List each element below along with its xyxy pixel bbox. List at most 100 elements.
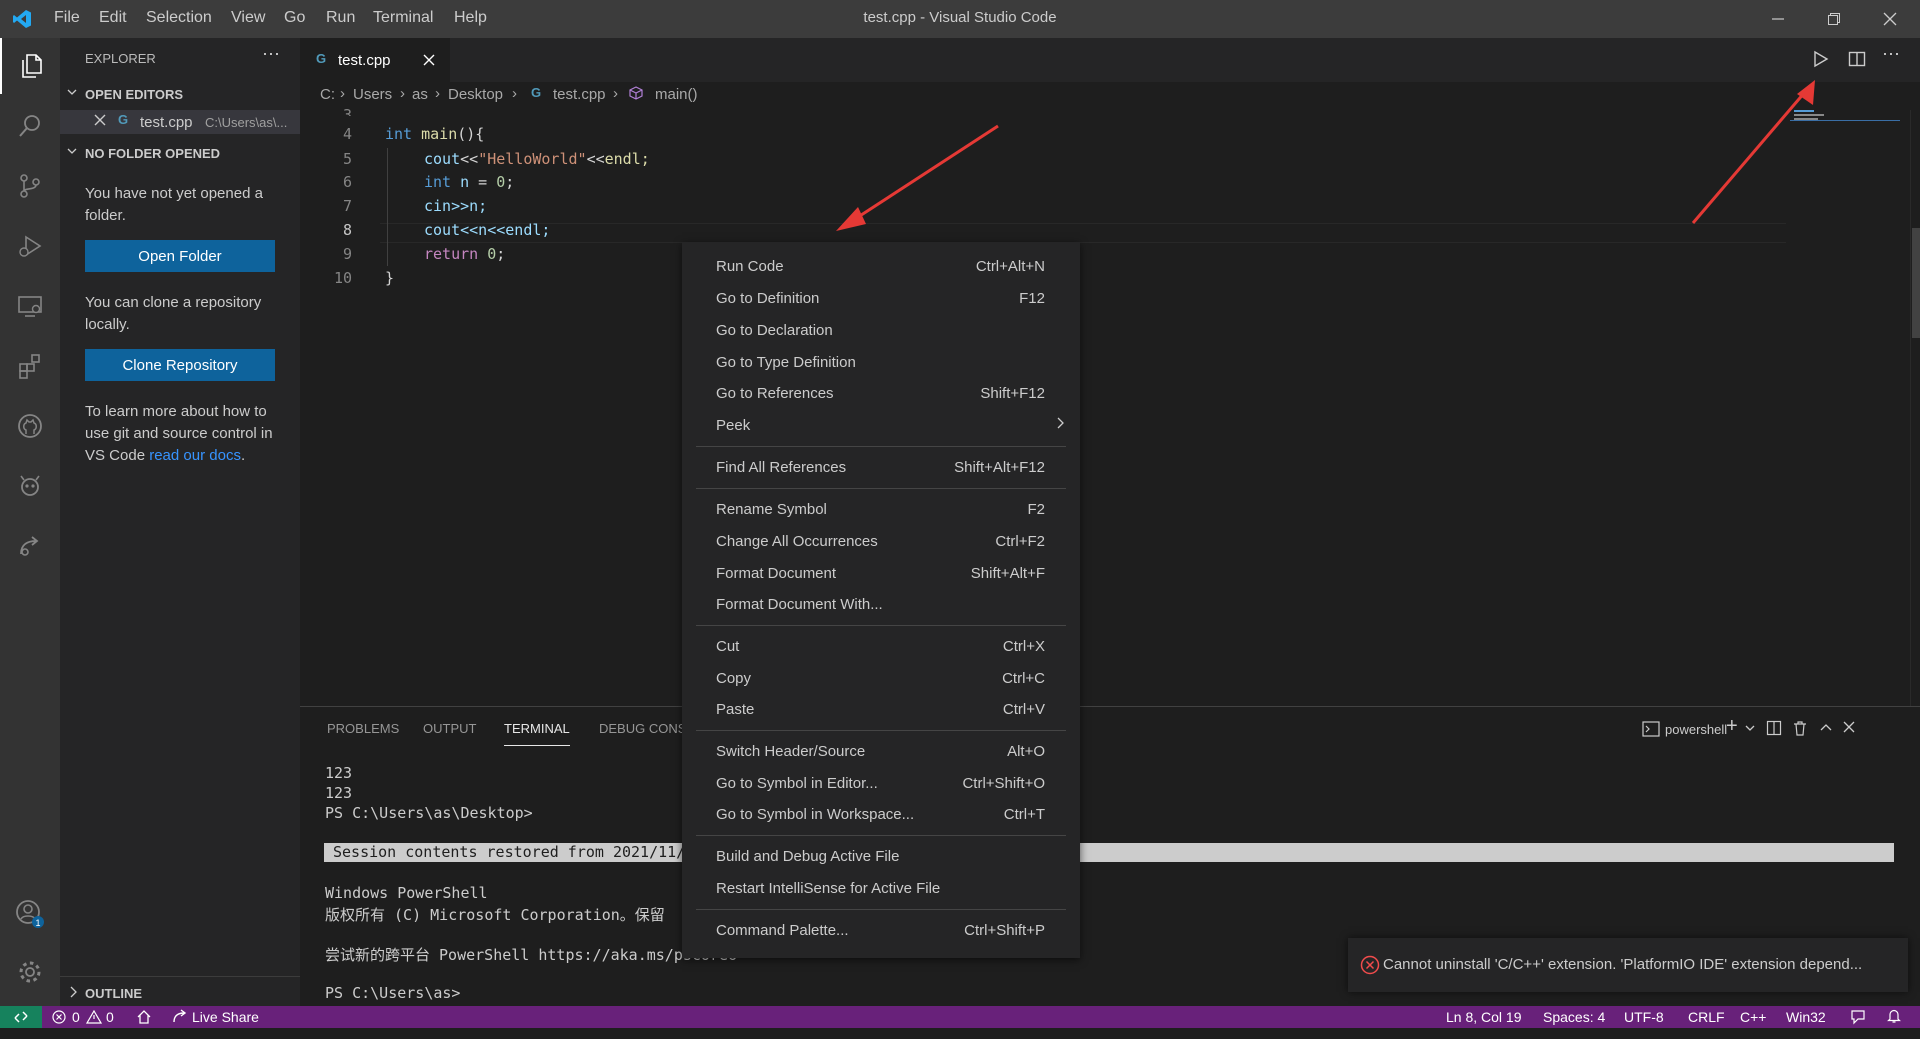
scrollbar-thumb[interactable] [1912, 228, 1920, 338]
menu-item-go-to-symbol-in-editor[interactable]: Go to Symbol in Editor... Ctrl+Shift+O [682, 769, 1080, 799]
punct-token: ; [496, 245, 506, 263]
close-window-icon[interactable] [1862, 0, 1918, 38]
trash-icon[interactable] [1792, 720, 1808, 740]
split-terminal-icon[interactable] [1766, 720, 1782, 740]
live-share-button[interactable]: Live Share [192, 1009, 259, 1025]
breadcrumb-users[interactable]: Users [353, 86, 392, 103]
no-folder-section[interactable]: NO FOLDER OPENED [60, 144, 300, 166]
code-editor[interactable] [300, 108, 1920, 706]
platform[interactable]: Win32 [1786, 1009, 1826, 1025]
end-of-line[interactable]: CRLF [1688, 1009, 1725, 1025]
menu-item-shortcut: Ctrl+X [1002, 638, 1045, 655]
number-token: 0 [496, 173, 506, 191]
clone-repository-button[interactable]: Clone Repository [85, 349, 275, 381]
open-editor-path: C:\Users\as\... [205, 115, 288, 130]
menu-item-paste[interactable]: Paste Ctrl+V [682, 695, 1080, 725]
window-title: test.cpp - Visual Studio Code [863, 9, 1057, 26]
source-control-icon[interactable] [0, 158, 60, 214]
menu-item-go-to-type-definition[interactable]: Go to Type Definition [682, 348, 1080, 378]
minimize-icon[interactable] [1750, 0, 1806, 38]
notifications-bell-icon[interactable] [1886, 1008, 1902, 1027]
tab-test-cpp[interactable]: G test.cpp [300, 38, 450, 83]
split-editor-icon[interactable] [1848, 50, 1866, 72]
menu-item-switch-header-source[interactable]: Switch Header/Source Alt+O [682, 737, 1080, 767]
outline-section[interactable]: OUTLINE [60, 976, 300, 1007]
explorer-icon[interactable] [0, 38, 62, 94]
extensions-icon[interactable] [0, 338, 60, 394]
menu-item-find-all-references[interactable]: Find All References Shift+Alt+F12 [682, 453, 1080, 483]
chevron-up-icon[interactable] [1819, 720, 1833, 738]
menu-item-change-all-occurrences[interactable]: Change All Occurrences Ctrl+F2 [682, 527, 1080, 557]
tab-terminal[interactable]: TERMINAL [504, 721, 570, 736]
github-icon[interactable] [0, 398, 60, 454]
menu-item-go-to-references[interactable]: Go to References Shift+F12 [682, 379, 1080, 409]
menu-item-build-and-debug[interactable]: Build and Debug Active File [682, 842, 1080, 872]
line-number: 7 [342, 197, 352, 215]
accounts-icon[interactable]: 1 [0, 886, 60, 942]
restore-icon[interactable] [1806, 0, 1862, 38]
warning-count[interactable]: 0 [106, 1009, 114, 1025]
tab-output[interactable]: OUTPUT [423, 721, 476, 736]
close-panel-icon[interactable] [1842, 720, 1856, 738]
cursor-position[interactable]: Ln 8, Col 19 [1446, 1009, 1522, 1025]
run-debug-icon[interactable] [0, 218, 60, 274]
new-terminal-icon[interactable]: + [1726, 715, 1738, 738]
tab-debug-console[interactable]: DEBUG CONS [599, 721, 686, 736]
menu-item-label: Format Document With... [716, 596, 883, 613]
menu-item-rename-symbol[interactable]: Rename Symbol F2 [682, 495, 1080, 525]
indentation[interactable]: Spaces: 4 [1543, 1009, 1605, 1025]
open-folder-button[interactable]: Open Folder [85, 240, 275, 272]
menu-item-run-code[interactable]: Run Code Ctrl+Alt+N [682, 252, 1080, 282]
breadcrumb-drive[interactable]: C: [320, 86, 335, 103]
menu-item-go-to-definition[interactable]: Go to Definition F12 [682, 284, 1080, 314]
breadcrumb-file[interactable]: test.cpp [553, 86, 606, 103]
language-mode[interactable]: C++ [1740, 1009, 1766, 1025]
feedback-icon[interactable] [1850, 1009, 1866, 1028]
tab-problems[interactable]: PROBLEMS [327, 721, 399, 736]
more-actions-icon[interactable]: ⋯ [262, 44, 280, 65]
encoding[interactable]: UTF-8 [1624, 1009, 1664, 1025]
menu-item-restart-intellisense[interactable]: Restart IntelliSense for Active File [682, 874, 1080, 904]
menu-item-format-document-with[interactable]: Format Document With... [682, 590, 1080, 620]
menu-item-command-palette[interactable]: Command Palette... Ctrl+Shift+P [682, 916, 1080, 946]
function-token: main [421, 125, 458, 143]
function-token: endl; [604, 150, 650, 168]
menu-item-peek[interactable]: Peek [682, 411, 1080, 441]
remote-indicator-icon[interactable] [0, 1006, 42, 1028]
menu-item-copy[interactable]: Copy Ctrl+C [682, 664, 1080, 694]
terminal-shell-select[interactable]: powershell [1665, 722, 1727, 737]
menu-item-go-to-declaration[interactable]: Go to Declaration [682, 316, 1080, 346]
open-editor-item[interactable]: G test.cpp C:\Users\as\... [60, 110, 300, 134]
search-icon[interactable] [0, 98, 60, 154]
menu-item-label: Go to Declaration [716, 322, 833, 339]
run-code-icon[interactable] [1812, 50, 1830, 72]
menu-item-shortcut: Shift+Alt+F12 [954, 459, 1045, 476]
close-editor-icon[interactable] [93, 113, 107, 131]
remote-explorer-icon[interactable] [0, 278, 60, 334]
minimap[interactable] [1790, 108, 1900, 128]
menu-separator [696, 625, 1066, 626]
chevron-down-icon[interactable] [1744, 721, 1756, 738]
activity-bar: 1 [0, 38, 60, 1006]
code-line-8: cout<<n<<endl; [424, 221, 551, 239]
menu-item-format-document[interactable]: Format Document Shift+Alt+F [682, 559, 1080, 589]
learn-more-text: To learn more about how to use git and s… [85, 401, 285, 467]
error-count[interactable]: 0 [72, 1009, 80, 1025]
menu-item-cut[interactable]: Cut Ctrl+X [682, 632, 1080, 662]
breadcrumb-function[interactable]: main() [655, 86, 698, 103]
breadcrumb-desktop[interactable]: Desktop [448, 86, 503, 103]
breadcrumb-as[interactable]: as [412, 86, 428, 103]
read-docs-link[interactable]: read our docs [149, 447, 241, 464]
editor-more-actions-icon[interactable]: ⋯ [1882, 44, 1900, 65]
editor-scrollbar[interactable] [1910, 110, 1920, 706]
settings-gear-icon[interactable] [0, 944, 60, 1000]
error-notification[interactable]: Cannot uninstall 'C/C++' extension. 'Pla… [1348, 938, 1908, 992]
close-tab-icon[interactable] [422, 53, 436, 71]
open-editors-section[interactable]: OPEN EDITORS [60, 85, 300, 107]
platformio-icon[interactable] [0, 458, 60, 514]
live-share-icon[interactable] [0, 518, 60, 574]
menu-item-go-to-symbol-in-workspace[interactable]: Go to Symbol in Workspace... Ctrl+T [682, 800, 1080, 830]
line-number: 8 [342, 221, 352, 239]
menu-item-label: Command Palette... [716, 922, 849, 939]
home-icon[interactable] [136, 1009, 152, 1028]
